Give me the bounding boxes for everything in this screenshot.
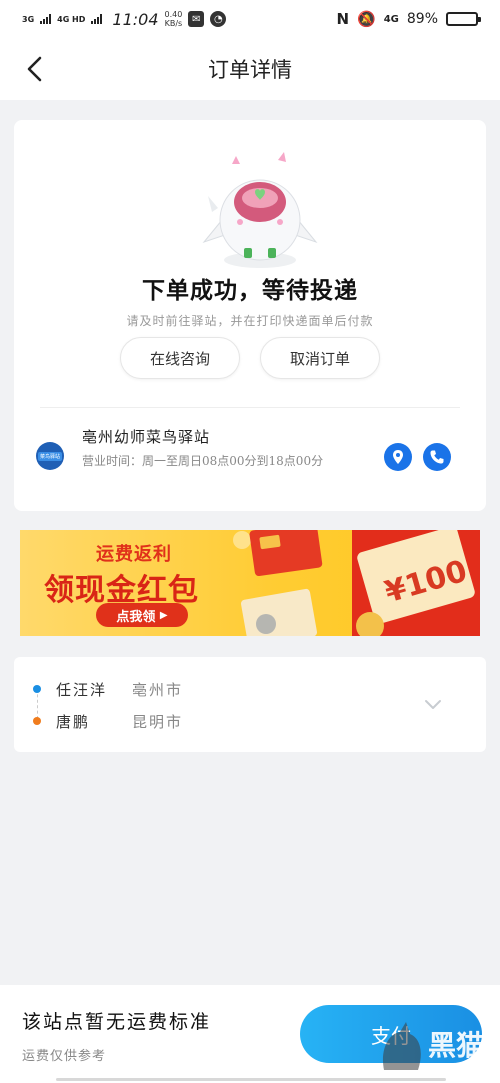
- battery-icon: [446, 12, 481, 26]
- station-hours: 营业时间：周一至周日08点00分到18点00分: [82, 454, 324, 468]
- cancel-order-button[interactable]: 取消订单: [260, 337, 380, 379]
- route-connector: [37, 689, 38, 719]
- divider: [40, 407, 460, 408]
- route-card[interactable]: 任汪洋 亳州市 唐鹏 昆明市: [14, 657, 486, 752]
- sender-city: 亳州市: [132, 681, 184, 699]
- network-right-label: 4G: [383, 13, 399, 25]
- signal-icon-2: [91, 14, 103, 24]
- status-left: 3G 4G HD 11:04 0.40 KB/s ✉ ◔: [22, 9, 227, 29]
- status-bar: 3G 4G HD 11:04 0.40 KB/s ✉ ◔ N 🔕 4G 89%: [0, 0, 500, 38]
- app-notification-icon: ◔: [210, 11, 227, 27]
- mail-app-icon: ✉: [188, 11, 205, 27]
- station-logo-text: 菜鸟驿站: [37, 451, 62, 461]
- signal-icon: [40, 14, 52, 24]
- promo-banner[interactable]: ¥100 运费返利 领现金红包 点我领 ▶: [20, 530, 480, 636]
- receiver-city: 昆明市: [132, 713, 184, 731]
- receiver-name: 唐鹏: [56, 713, 91, 731]
- nfc-icon: N: [336, 10, 350, 28]
- mascot-illustration: [202, 152, 318, 268]
- phone-button[interactable]: [423, 443, 451, 471]
- triangle-right-icon: ▶: [159, 609, 168, 621]
- watermark-text: 黑猫: [428, 1029, 485, 1062]
- net-speed-value: 0.40: [164, 10, 183, 19]
- banner-claim-button[interactable]: 点我领 ▶: [96, 603, 188, 627]
- battery-percent: 89%: [406, 11, 438, 27]
- chevron-left-icon[interactable]: [22, 54, 52, 84]
- chevron-down-icon[interactable]: [422, 693, 444, 715]
- station-logo: 菜鸟驿站: [36, 442, 64, 470]
- receiver-dot: [33, 717, 41, 725]
- net-speed: 0.40 KB/s: [165, 10, 183, 28]
- header: 订单详情: [0, 38, 500, 100]
- online-consult-button[interactable]: 在线咨询: [120, 337, 240, 379]
- page-title: 订单详情: [208, 58, 292, 82]
- fee-note: 该站点暂无运费标准: [22, 1011, 212, 1033]
- location-button[interactable]: [384, 443, 412, 471]
- clock: 11:04: [112, 9, 159, 29]
- status-right: N 🔕 4G 89%: [336, 10, 481, 28]
- location-pin-icon: [393, 450, 403, 464]
- banner-line1: 运费返利: [96, 544, 172, 565]
- fee-subnote: 运费仅供参考: [22, 1049, 107, 1064]
- station-name: 亳州幼师菜鸟驿站: [82, 428, 211, 446]
- network-3g-label: 3G: [22, 14, 35, 24]
- net-speed-unit: KB/s: [164, 19, 183, 28]
- red-envelope-illustration: ¥100: [233, 530, 480, 636]
- sender-dot: [33, 685, 41, 693]
- mute-icon: 🔕: [357, 10, 376, 28]
- order-success-subtitle: 请及时前往驿站，并在打印快递面单后付款: [126, 314, 374, 328]
- order-status-card: 下单成功，等待投递 请及时前往驿站，并在打印快递面单后付款 在线咨询 取消订单 …: [14, 120, 486, 511]
- banner-claim-label: 点我领: [116, 609, 156, 625]
- sender-name: 任汪洋: [56, 681, 108, 699]
- home-indicator: [56, 1078, 446, 1081]
- phone-icon: [430, 450, 444, 464]
- order-success-title: 下单成功，等待投递: [142, 277, 358, 304]
- network-4g-label: 4G HD: [57, 14, 86, 24]
